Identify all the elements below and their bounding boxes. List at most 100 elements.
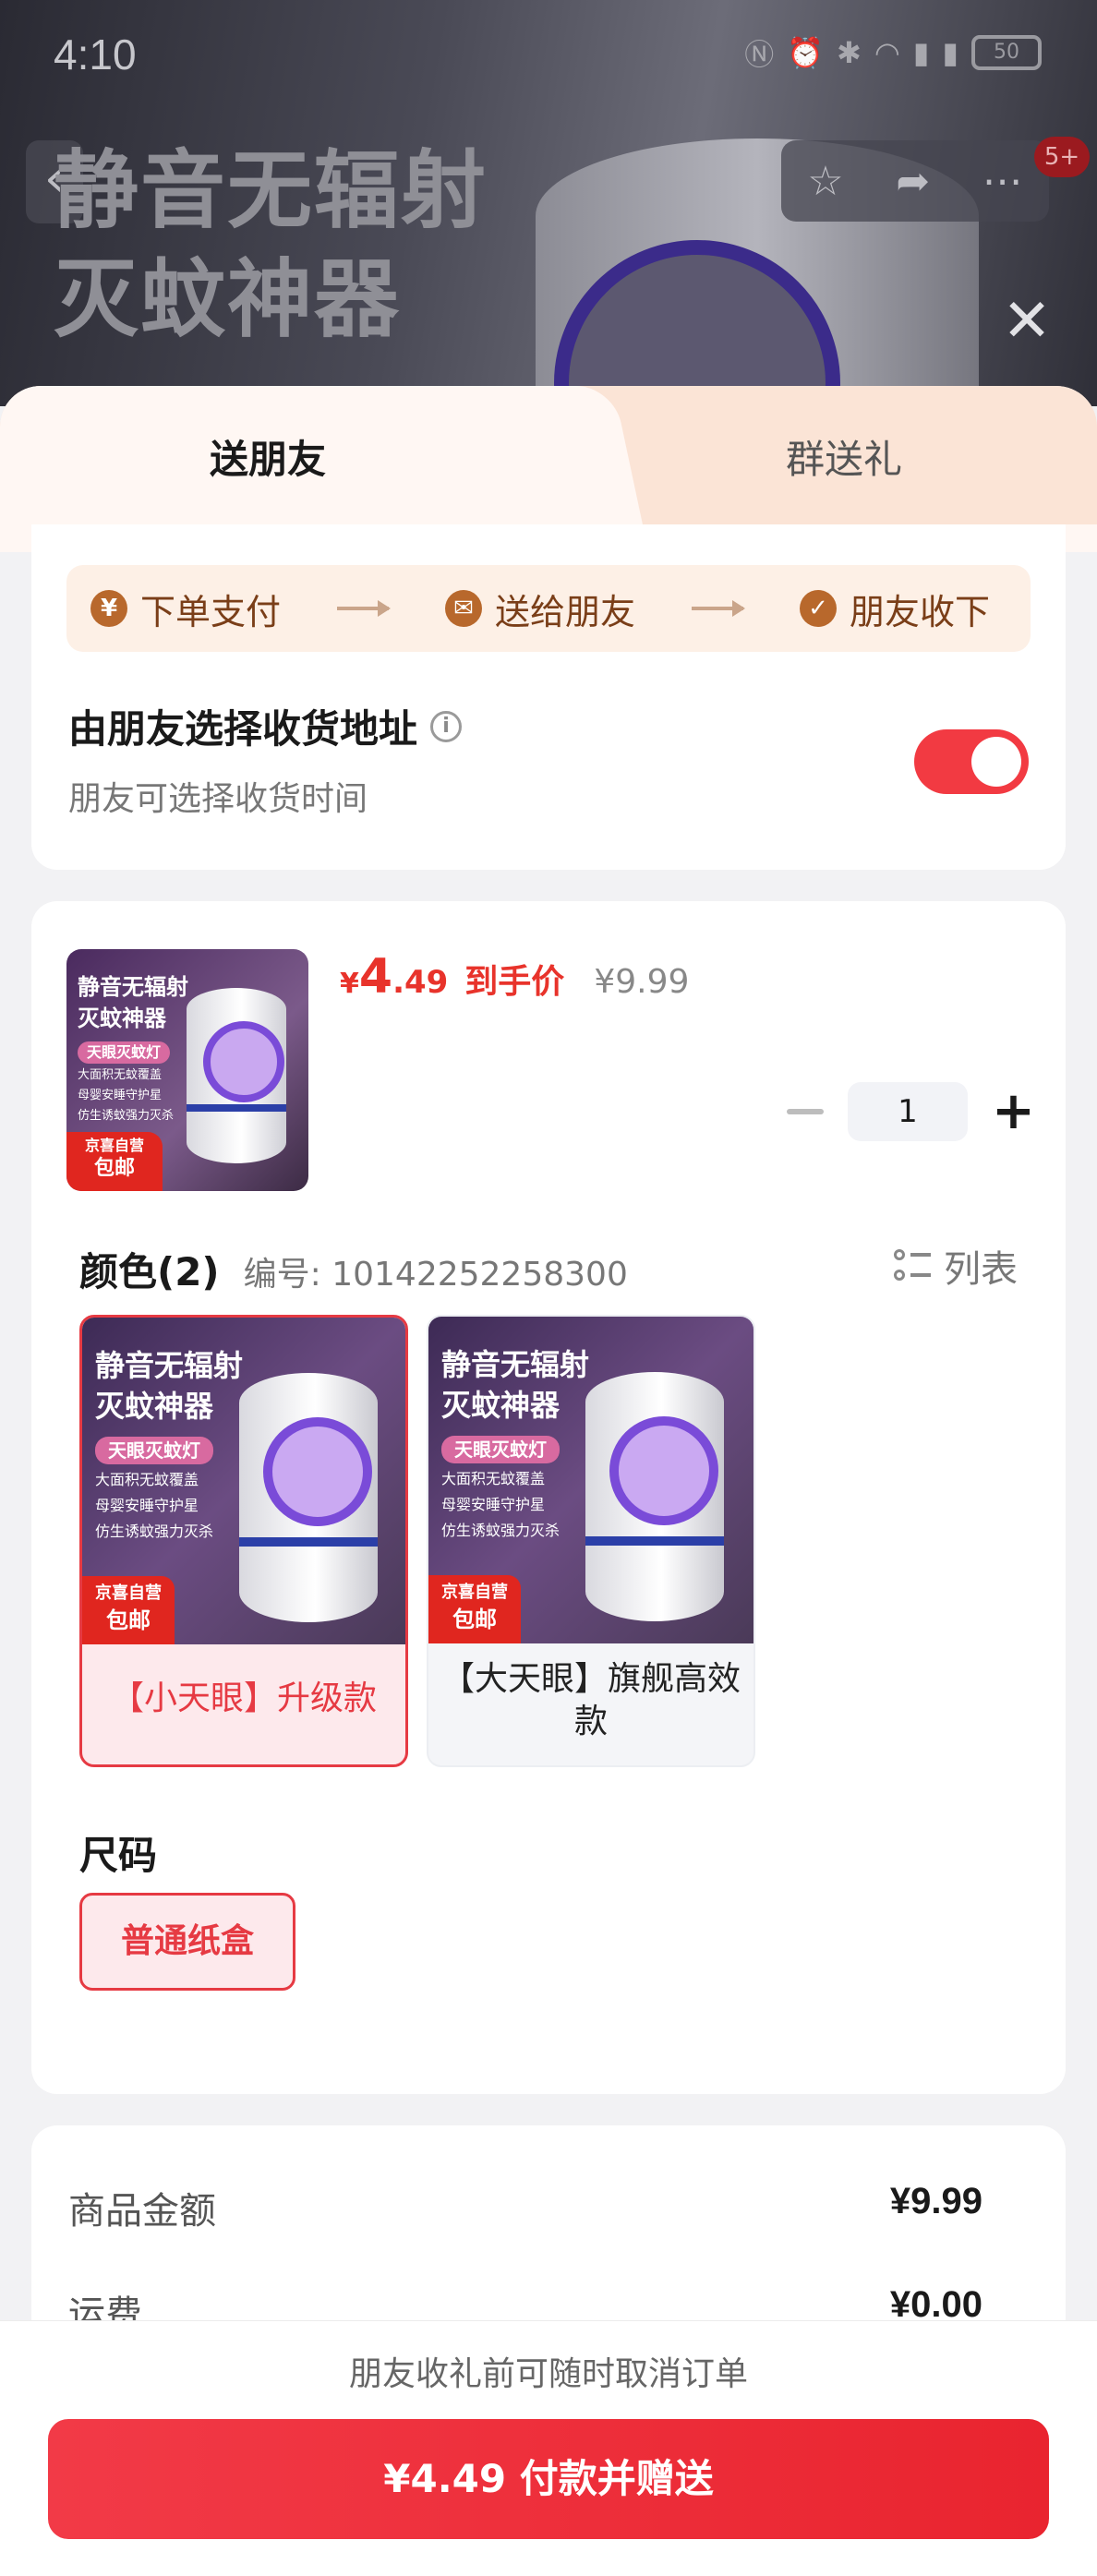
nfc-icon: Ⓝ [744, 37, 775, 72]
background-product-page: 4:10 Ⓝ ⏰ ✱ ◠ ▮ ▮ 50 ‹ 静音无辐射 灭蚊神器 ☆ ➦ ⋯ 5… [0, 0, 1097, 406]
info-icon[interactable]: i [430, 710, 463, 742]
status-bar: 4:10 Ⓝ ⏰ ✱ ◠ ▮ ▮ 50 [0, 0, 1097, 111]
star-icon[interactable]: ☆ [807, 158, 843, 205]
gift-tabs: 群送礼 送朋友 [0, 386, 1097, 524]
battery-icon: 50 [971, 35, 1042, 70]
thumb-title-1: 静音无辐射 [78, 974, 188, 1000]
step-receive-label: 朋友收下 [849, 591, 990, 632]
step-receive: ✓ 朋友收下 [799, 584, 990, 634]
more-icon[interactable]: ⋯ [982, 158, 1023, 205]
thumb-tag-2: 包邮 [93, 1157, 135, 1180]
thumb-tag-1: 京喜自营 [84, 1137, 144, 1154]
mosquito-lamp-image [239, 1373, 378, 1622]
variant-bullet: 大面积无蚊覆盖 [441, 1470, 546, 1487]
price-yen: ¥ [340, 968, 359, 1000]
wechat-icon: ✉ [444, 590, 482, 627]
tab-group-gift-label: 群送礼 [785, 437, 902, 482]
bluetooth-icon: ✱ [837, 35, 862, 70]
background-title-line1: 静音无辐射 [54, 141, 488, 240]
thumb-text: 静音无辐射 灭蚊神器 天眼灭蚊灯 大面积无蚊覆盖 母婴安睡守护星 仿生诱蚊强力灭… [78, 971, 188, 1126]
quantity-stepper: 1 + [787, 1082, 1035, 1141]
thumb-bullet: 仿生诱蚊强力灭杀 [78, 1109, 175, 1123]
price-int: 4 [358, 949, 393, 1005]
variant-label: 【大天眼】旗舰高效款 [440, 1660, 741, 1740]
step-pay: ¥ 下单支付 [90, 584, 281, 634]
variant-bullets: 大面积无蚊覆盖 母婴安睡守护星 仿生诱蚊强力灭杀 [441, 1466, 589, 1544]
price-row: ¥4.49 到手价 ¥9.99 [340, 949, 689, 1005]
final-price-label: 到手价 [464, 963, 565, 1001]
address-option-subtitle: 朋友可选择收货时间 [68, 780, 368, 818]
close-sheet-button[interactable]: ✕ [999, 292, 1055, 351]
background-product-title: 静音无辐射 灭蚊神器 [54, 137, 488, 355]
thumb-pill: 天眼灭蚊灯 [78, 1041, 171, 1064]
color-variant-large[interactable]: 静音无辐射 灭蚊神器 天眼灭蚊灯 大面积无蚊覆盖 母婴安睡守护星 仿生诱蚊强力灭… [427, 1315, 755, 1767]
variant-tag-2: 包邮 [452, 1607, 497, 1632]
step-send: ✉ 送给朋友 [444, 584, 635, 634]
close-icon: ✕ [1002, 287, 1052, 355]
product-card: 静音无辐射 灭蚊神器 天眼灭蚊灯 大面积无蚊覆盖 母婴安睡守护星 仿生诱蚊强力灭… [31, 901, 1066, 2094]
gift-sheet: 群送礼 送朋友 ¥ 下单支付 ✉ 送给朋友 ✓ 朋友收下 由朋友选择收货地址 i… [0, 386, 1097, 2576]
wifi-icon: ◠ [874, 35, 900, 70]
quantity-value[interactable]: 1 [848, 1082, 968, 1141]
color-title: 颜色(2) [79, 1249, 220, 1294]
pay-and-gift-button[interactable]: ¥4.49 付款并赠送 [48, 2419, 1049, 2539]
variant-label: 【小天眼】升级款 [110, 1679, 377, 1717]
size-option-paper-box[interactable]: 普通纸盒 [79, 1893, 295, 1991]
variant-tag-1: 京喜自营 [441, 1583, 508, 1602]
gift-flow-card: ¥ 下单支付 ✉ 送给朋友 ✓ 朋友收下 由朋友选择收货地址 i 朋友可选择收货… [31, 524, 1066, 870]
toggle-knob [971, 737, 1021, 787]
mosquito-lamp-image [187, 988, 286, 1163]
variant-bullet: 大面积无蚊覆盖 [95, 1471, 199, 1488]
address-toggle[interactable] [914, 729, 1029, 794]
gift-steps: ¥ 下单支付 ✉ 送给朋友 ✓ 朋友收下 [66, 565, 1031, 652]
list-icon [894, 1247, 931, 1284]
variant-image: 静音无辐射 灭蚊神器 天眼灭蚊灯 大面积无蚊覆盖 母婴安睡守护星 仿生诱蚊强力灭… [428, 1317, 753, 1643]
thumb-bullets: 大面积无蚊覆盖 母婴安睡守护星 仿生诱蚊强力灭杀 [78, 1065, 188, 1126]
alarm-icon: ⏰ [787, 35, 825, 70]
tab-send-friend-label: 送朋友 [209, 437, 326, 482]
variant-bullet: 母婴安睡守护星 [441, 1496, 546, 1513]
size-title: 尺码 [79, 1833, 158, 1878]
background-title-line2: 灭蚊神器 [54, 250, 402, 349]
variant-title-1: 静音无辐射 [441, 1347, 590, 1382]
self-operated-tag: 京喜自营 包邮 [82, 1576, 175, 1644]
mosquito-lamp-image [585, 1372, 724, 1621]
variant-bullet: 仿生诱蚊强力灭杀 [95, 1523, 214, 1540]
list-view-toggle[interactable]: 列表 [894, 1239, 1018, 1293]
step-pay-label: 下单支付 [140, 591, 282, 632]
variant-title-2: 灭蚊神器 [441, 1388, 561, 1423]
yuan-icon: ¥ [90, 590, 127, 627]
arrow-right-icon [337, 600, 391, 617]
arrow-right-icon [691, 600, 745, 617]
step-send-label: 送给朋友 [494, 591, 635, 632]
thumb-bullet: 母婴安睡守护星 [78, 1089, 163, 1102]
summary-value: ¥9.99 [889, 2181, 982, 2221]
product-code: 编号: 10142252258300 [243, 1256, 628, 1294]
thumb-title-2: 灭蚊神器 [78, 1005, 166, 1031]
increase-button[interactable]: + [992, 1086, 1035, 1138]
tab-group-gift[interactable]: 群送礼 [591, 386, 1097, 524]
list-view-label: 列表 [944, 1248, 1018, 1291]
variant-pill: 天眼灭蚊灯 [441, 1436, 560, 1463]
cancel-note: 朋友收礼前可随时取消订单 [348, 2355, 748, 2393]
variant-image: 静音无辐射 灭蚊神器 天眼灭蚊灯 大面积无蚊覆盖 母婴安睡守护星 仿生诱蚊强力灭… [82, 1318, 405, 1644]
final-price: ¥4.49 [340, 949, 448, 1005]
signal-icon-2: ▮ [942, 35, 958, 70]
signal-icon: ▮ [912, 35, 930, 70]
address-option-title: 由朋友选择收货地址 i [68, 698, 463, 754]
variant-bullet: 仿生诱蚊强力灭杀 [441, 1522, 561, 1539]
original-price: ¥9.99 [594, 963, 690, 1001]
color-variant-small[interactable]: 静音无辐射 灭蚊神器 天眼灭蚊灯 大面积无蚊覆盖 母婴安睡守护星 仿生诱蚊强力灭… [79, 1315, 408, 1767]
decrease-button[interactable] [787, 1109, 824, 1114]
variant-tag-1: 京喜自营 [95, 1583, 162, 1603]
system-icons: Ⓝ ⏰ ✱ ◠ ▮ ▮ 50 [744, 31, 1042, 74]
variant-bullets: 大面积无蚊覆盖 母婴安睡守护星 仿生诱蚊强力灭杀 [95, 1467, 243, 1545]
variant-pill: 天眼灭蚊灯 [95, 1437, 213, 1464]
variant-title-1: 静音无辐射 [95, 1348, 244, 1383]
share-icon[interactable]: ➦ [896, 158, 930, 205]
self-operated-tag: 京喜自营 包邮 [66, 1132, 163, 1191]
address-option-title-text: 由朋友选择收货地址 [68, 706, 418, 752]
tab-send-friend[interactable]: 送朋友 [0, 386, 591, 524]
price-dec: .49 [392, 964, 449, 1001]
product-thumbnail: 静音无辐射 灭蚊神器 天眼灭蚊灯 大面积无蚊覆盖 母婴安睡守护星 仿生诱蚊强力灭… [66, 949, 308, 1191]
